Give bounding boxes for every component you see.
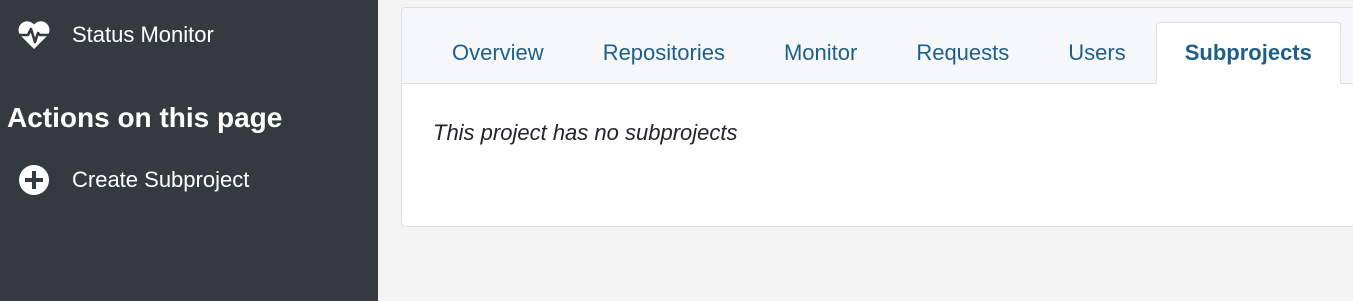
tab-bar: Overview Repositories Monitor Requests U… [423, 22, 1342, 84]
tab-monitor[interactable]: Monitor [755, 22, 886, 84]
status-monitor-link[interactable]: Status Monitor [16, 19, 214, 51]
tab-repositories[interactable]: Repositories [574, 22, 754, 84]
tab-requests[interactable]: Requests [887, 22, 1038, 84]
tab-subprojects[interactable]: Subprojects [1155, 22, 1341, 84]
sidebar: Status Monitor Actions on this page Crea… [0, 0, 378, 301]
status-monitor-label: Status Monitor [72, 22, 214, 47]
heartbeat-icon [16, 19, 52, 51]
create-subproject-label: Create Subproject [72, 167, 250, 192]
project-card: Overview Repositories Monitor Requests U… [401, 7, 1353, 227]
empty-message: This project has no subprojects [433, 120, 738, 145]
tab-overview[interactable]: Overview [423, 22, 573, 84]
actions-heading: Actions on this page [7, 102, 283, 133]
create-subproject-link[interactable]: Create Subproject [16, 164, 249, 196]
card-header: Overview Repositories Monitor Requests U… [402, 8, 1353, 84]
tab-users[interactable]: Users [1039, 22, 1154, 84]
card-body: This project has no subprojects [402, 84, 1353, 146]
plus-circle-icon [16, 164, 52, 196]
